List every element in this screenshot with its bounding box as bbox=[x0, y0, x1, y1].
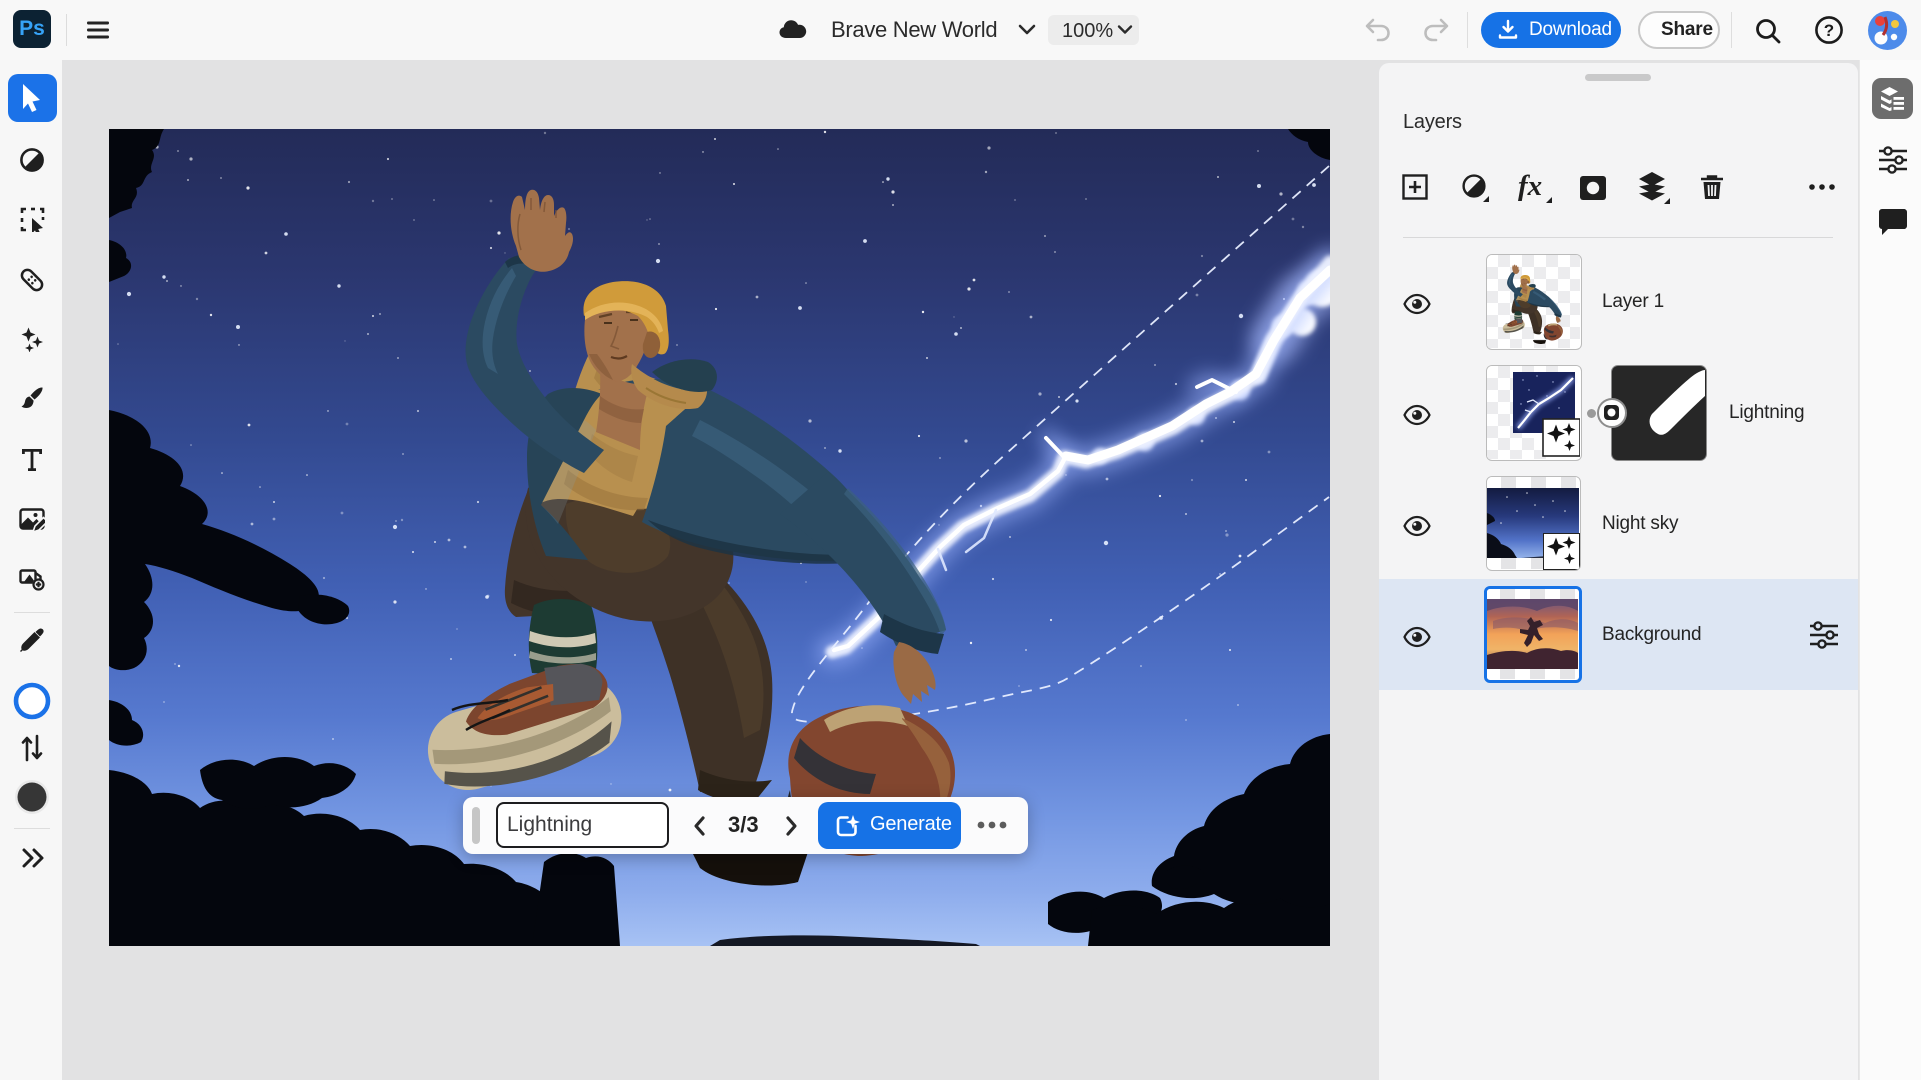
svg-text:fx: fx bbox=[1518, 171, 1542, 202]
svg-text:?: ? bbox=[1824, 21, 1834, 40]
